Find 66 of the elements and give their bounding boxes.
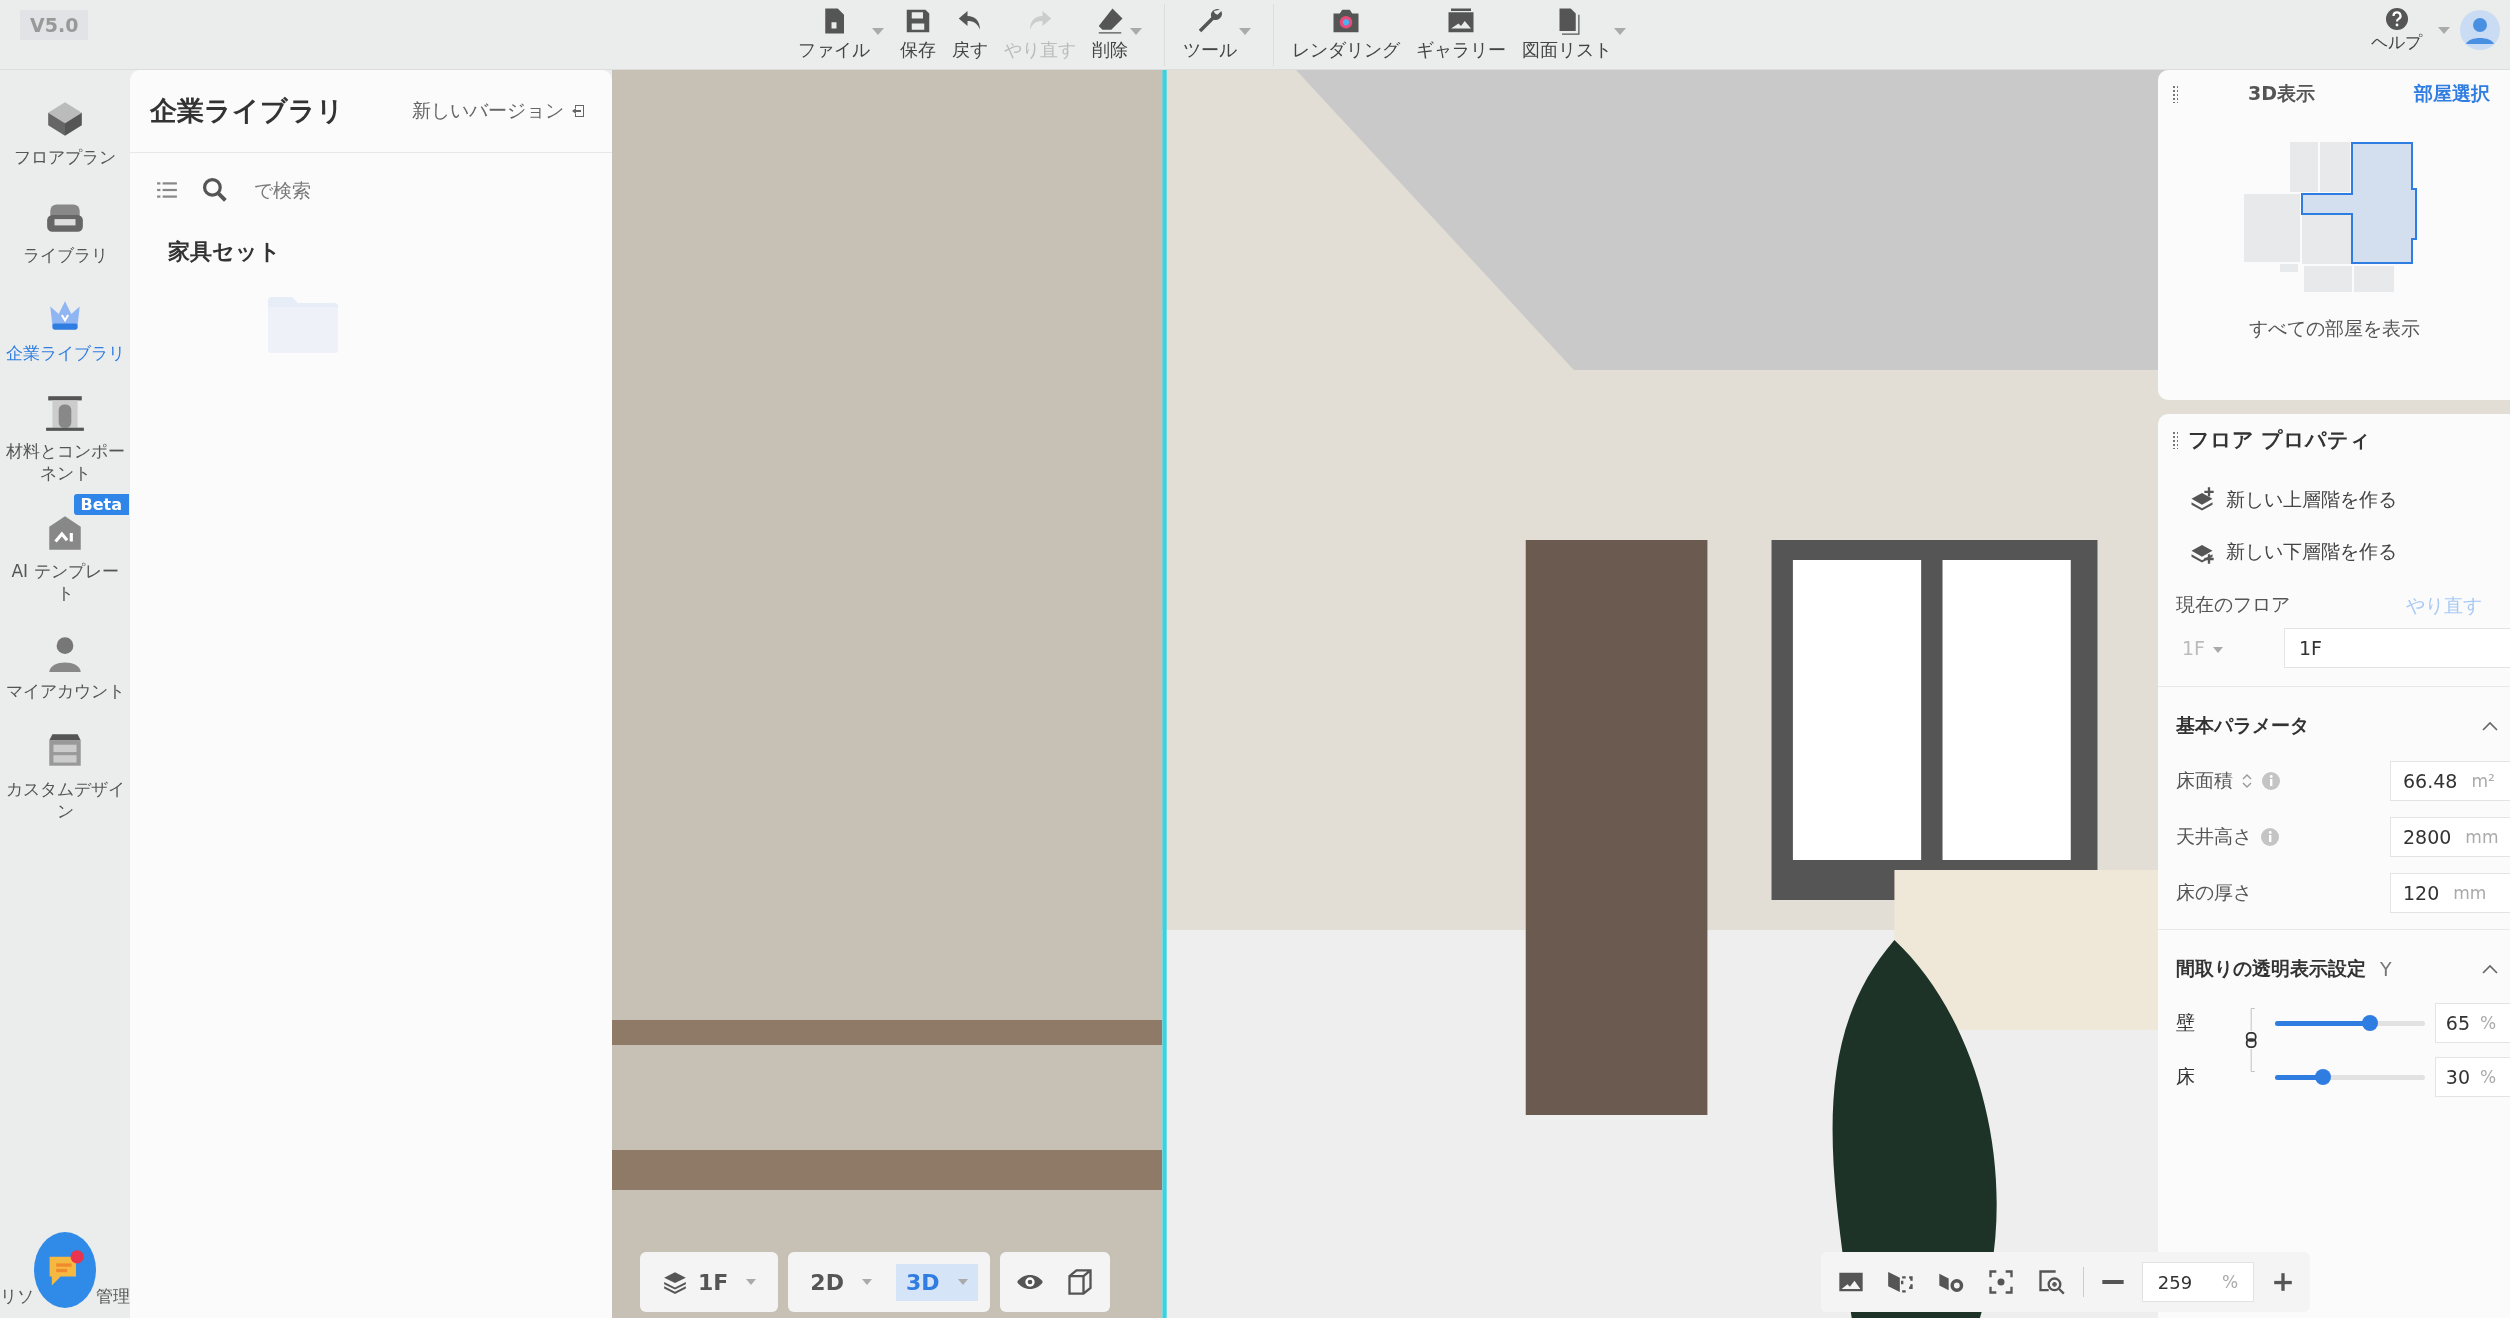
sidebar-item[interactable]: カスタムデザイン	[1, 712, 129, 832]
sidebar-item[interactable]: 企業ライブラリ	[1, 276, 129, 374]
opacity-slider[interactable]	[2274, 1015, 2425, 1031]
field-label: 床の厚さ	[2176, 880, 2252, 905]
opacity-slider[interactable]	[2274, 1069, 2425, 1085]
focus-icon[interactable]	[1987, 1268, 2015, 1296]
search-icon	[202, 177, 228, 203]
help-button[interactable]: ヘルプ	[2365, 5, 2428, 55]
zoom-field[interactable]: 259 %	[2142, 1262, 2254, 1302]
sort-icon[interactable]	[2241, 772, 2253, 790]
value-field[interactable]: 30 %	[2434, 1057, 2510, 1097]
field-label: 現在のフロア	[2176, 592, 2290, 617]
cube-icon[interactable]	[1065, 1268, 1094, 1296]
sidebar-item[interactable]: フロアプラン	[1, 80, 129, 178]
sidebar-item[interactable]: Beta AI テンプレート	[1, 494, 129, 614]
toolbar-button[interactable]: 戻す	[944, 3, 996, 66]
toolbar-button[interactable]: ツール	[1164, 3, 1259, 66]
question-icon	[2384, 6, 2409, 31]
section-title: 基本パラメータ	[2176, 713, 2309, 738]
sidebar-item[interactable]: 材料とコンポーネント	[1, 374, 129, 494]
layers-icon	[662, 1269, 688, 1295]
search-field[interactable]: で検索	[252, 178, 586, 202]
toolbar-button[interactable]: ファイル	[790, 3, 892, 66]
avatar-icon[interactable]	[2460, 10, 2500, 50]
sidebar-item[interactable]: ライブラリ	[1, 178, 129, 276]
caret-icon	[2438, 26, 2450, 34]
new-version-link[interactable]: 新しいバージョン	[406, 97, 592, 125]
toolbar-button[interactable]: ギャラリー	[1408, 3, 1514, 66]
shortcut-label: Y	[2380, 958, 2393, 980]
toolbar-button[interactable]: 図面リスト	[1514, 3, 1634, 66]
toolbar-button[interactable]: 削除	[1084, 3, 1150, 66]
collapse-icon[interactable]	[2482, 964, 2498, 974]
list-view-icon[interactable]	[156, 179, 178, 201]
value-field[interactable]: 65 %	[2434, 1003, 2510, 1043]
floor-name-field[interactable]: 1F	[2284, 628, 2510, 668]
add-floor-button[interactable]: 新しい下層階を作る	[2158, 526, 2427, 578]
value-field[interactable]: 2800 mm	[2390, 817, 2510, 857]
toolbar-button[interactable]: レンダリング	[1273, 3, 1408, 66]
panel-title: フロア プロパティ	[2188, 427, 2372, 454]
view-mode-tab[interactable]: 2D	[800, 1263, 882, 1301]
sidebar-label: 管理	[96, 1285, 130, 1308]
zoom-in-icon[interactable]	[2037, 1268, 2065, 1296]
collapse-icon[interactable]	[2482, 721, 2498, 731]
field-label: 床面積	[2176, 768, 2233, 793]
value-field[interactable]: 66.48 m²	[2390, 761, 2510, 801]
plus-icon	[2272, 1271, 2294, 1293]
version-label: V5.0	[20, 10, 89, 40]
slider-label: 壁	[2176, 1010, 2196, 1035]
sidebar-item[interactable]: マイアカウント	[1, 614, 129, 712]
field-label: 天井高さ	[2176, 824, 2252, 849]
toolbar-button[interactable]: 保存	[892, 3, 944, 66]
add-floor-button[interactable]: 新しい上層階を作る	[2158, 474, 2427, 526]
sidebar-label: リソ	[0, 1285, 34, 1308]
show-all-rooms-link[interactable]: すべての部屋を表示	[2248, 316, 2420, 342]
minus-icon	[2102, 1280, 2124, 1284]
beta-badge: Beta	[73, 494, 129, 515]
exit-icon	[570, 103, 586, 119]
panel-title: 企業ライブラリ	[150, 94, 344, 128]
value-field[interactable]: 120 mm	[2390, 873, 2510, 913]
drag-handle-icon[interactable]	[2172, 431, 2178, 449]
section-title: 家具セット	[168, 238, 281, 266]
drag-handle-icon[interactable]	[2172, 85, 2178, 103]
room-select-link[interactable]: 部屋選択	[2408, 80, 2496, 108]
panel-title: 3D表示	[2248, 81, 2316, 106]
slider-label: 床	[2176, 1064, 2196, 1089]
section-title: 間取りの透明表示設定	[2176, 956, 2366, 981]
